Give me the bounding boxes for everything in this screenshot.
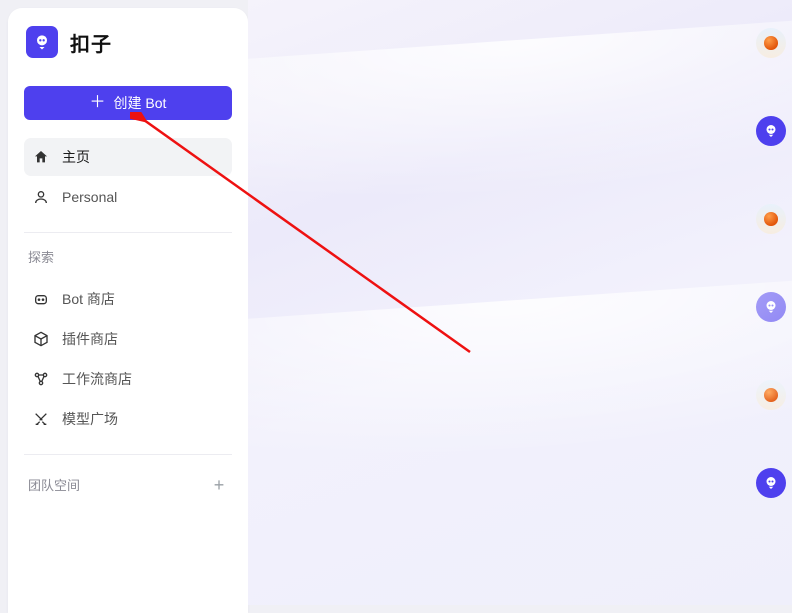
nav-personal-label: Personal: [62, 189, 117, 205]
nav-home[interactable]: 主页: [24, 138, 232, 176]
main-content: [248, 0, 792, 605]
nav-plugin-store[interactable]: 插件商店: [24, 320, 232, 358]
rail-avatar-5[interactable]: [756, 380, 786, 410]
teamspace-title: 团队空间: [28, 475, 80, 494]
nav-personal[interactable]: Personal: [24, 178, 232, 216]
nav-bot-store[interactable]: Bot 商店: [24, 280, 232, 318]
section-explore-title: 探索: [24, 247, 232, 266]
nav-bot-store-label: Bot 商店: [62, 289, 115, 309]
section-teamspace: 团队空间 +: [24, 475, 232, 494]
rail-avatar-6[interactable]: [756, 468, 786, 498]
divider: [24, 232, 232, 233]
workflow-icon: [32, 370, 50, 388]
rail-avatar-2[interactable]: [756, 116, 786, 146]
brand-name: 扣子: [70, 28, 112, 57]
nav-workflow-store-label: 工作流商店: [62, 369, 132, 389]
bot-icon: [32, 290, 50, 308]
home-icon: [32, 148, 50, 166]
nav-primary: 主页 Personal: [24, 138, 232, 216]
nav-home-label: 主页: [62, 147, 90, 167]
right-rail: [750, 0, 792, 605]
swords-icon: [32, 410, 50, 428]
create-bot-button[interactable]: ＋ 创建 Bot: [24, 86, 232, 120]
add-teamspace-icon[interactable]: +: [210, 476, 228, 494]
create-bot-label: 创建 Bot: [114, 93, 167, 113]
cube-icon: [32, 330, 50, 348]
plus-icon: ＋: [90, 95, 106, 111]
rail-avatar-4[interactable]: [756, 292, 786, 322]
brand-logo-icon: [26, 26, 58, 58]
nav-workflow-store[interactable]: 工作流商店: [24, 360, 232, 398]
rail-avatar-3[interactable]: [756, 204, 786, 234]
app-root: 扣子 ＋ 创建 Bot 主页 Personal 探索: [0, 0, 792, 605]
rail-avatar-1[interactable]: [756, 28, 786, 58]
sidebar: 扣子 ＋ 创建 Bot 主页 Personal 探索: [8, 8, 248, 613]
brand: 扣子: [26, 26, 232, 58]
divider: [24, 454, 232, 455]
nav-explore: Bot 商店 插件商店 工作流商店 模型广场: [24, 280, 232, 438]
person-icon: [32, 188, 50, 206]
nav-model-arena[interactable]: 模型广场: [24, 400, 232, 438]
nav-model-arena-label: 模型广场: [62, 409, 118, 429]
nav-plugin-store-label: 插件商店: [62, 329, 118, 349]
